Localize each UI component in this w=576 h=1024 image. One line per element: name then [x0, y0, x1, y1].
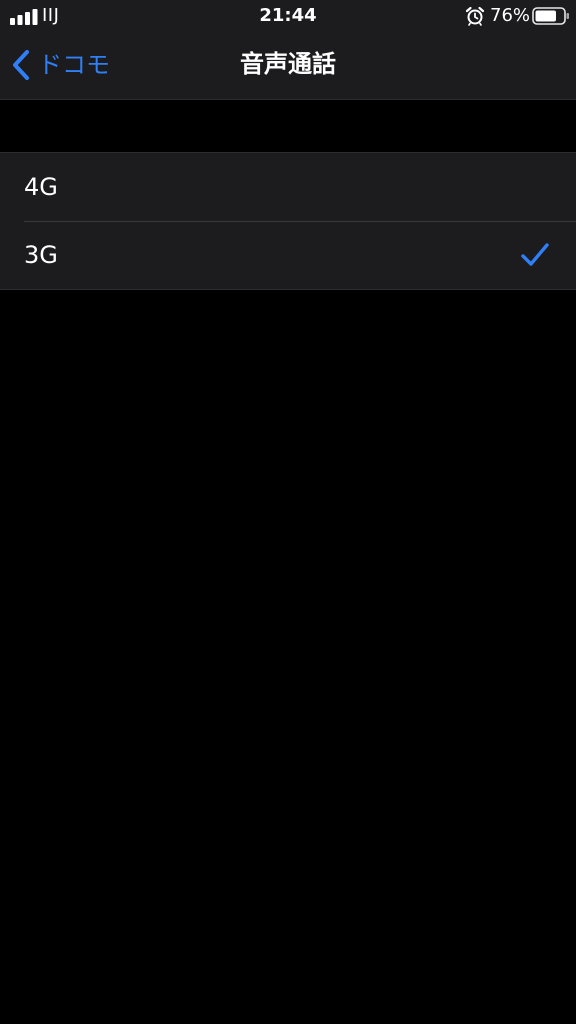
option-label: 3G — [24, 241, 58, 269]
voice-network-options: 4G 3G — [0, 152, 576, 290]
battery-icon — [532, 7, 569, 25]
alarm-icon — [465, 6, 485, 26]
option-label: 4G — [24, 173, 58, 201]
battery-percent: 76% — [490, 5, 531, 26]
option-4g[interactable]: 4G — [0, 153, 576, 221]
status-bar: IIJ 21:44 76% — [0, 0, 576, 32]
top-bar: IIJ 21:44 76% ドコモ 音声通話 — [0, 0, 576, 100]
page-title: 音声通話 — [240, 50, 336, 78]
navigation-bar: ドコモ 音声通話 — [0, 32, 576, 98]
option-3g[interactable]: 3G — [0, 221, 576, 289]
checkmark-icon — [521, 243, 549, 266]
